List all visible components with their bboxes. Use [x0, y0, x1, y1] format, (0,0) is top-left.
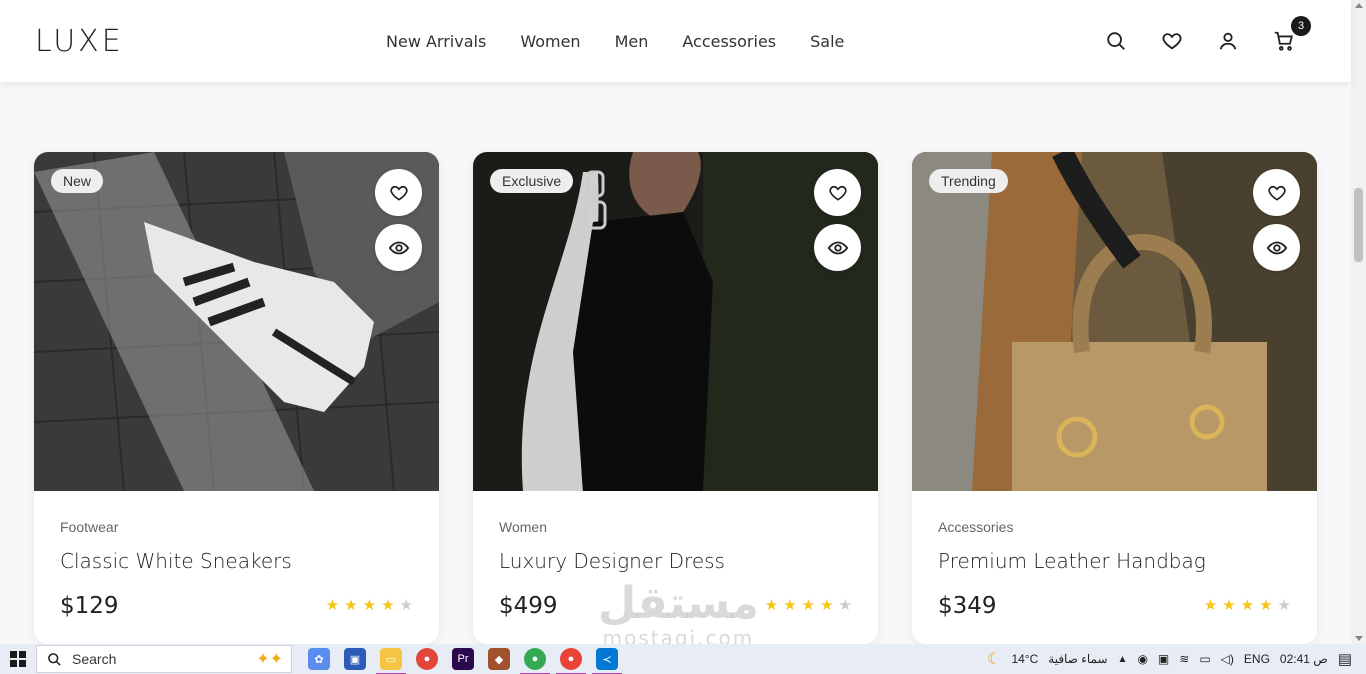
product-category: Women [499, 519, 547, 535]
watermark-arabic: مستقل [598, 578, 759, 629]
copilot-app-icon[interactable]: ✿ [308, 648, 330, 670]
watermark: مستقل mostaqi.com [598, 578, 759, 651]
page-scrollbar[interactable] [1351, 0, 1366, 644]
product-price: $349 [938, 593, 997, 619]
camera-icon[interactable]: ▣ [1158, 652, 1169, 666]
add-to-wishlist-button[interactable] [375, 169, 422, 216]
site-header: LUXE New Arrivals Women Men Accessories … [0, 0, 1351, 82]
windows-icon [10, 651, 26, 667]
star-filled-icon: ★ [783, 597, 797, 614]
star-filled-icon: ★ [344, 597, 358, 614]
record-icon[interactable]: ◉ [1137, 652, 1147, 666]
star-filled-icon: ★ [1222, 597, 1236, 614]
star-empty-icon: ★ [1277, 597, 1291, 614]
product-rating: ★ ★ ★ ★ ★ [1204, 596, 1291, 614]
store-app-icon[interactable]: ▣ [344, 648, 366, 670]
eye-icon [1266, 241, 1287, 254]
product-image-handbag[interactable]: Trending [912, 152, 1317, 491]
quick-view-button[interactable] [814, 224, 861, 271]
star-filled-icon: ★ [820, 597, 834, 614]
product-price: $129 [60, 593, 119, 619]
product-card[interactable]: New Footwear Classic White Sneakers $129… [34, 152, 439, 644]
cart-count-badge: 3 [1291, 16, 1311, 36]
quick-view-button[interactable] [375, 224, 422, 271]
product-image-sneakers[interactable]: New [34, 152, 439, 491]
star-filled-icon: ★ [325, 597, 340, 614]
chrome-profile-2-icon[interactable]: ● [556, 648, 586, 674]
star-filled-icon: ★ [801, 597, 816, 614]
star-filled-icon: ★ [1259, 597, 1273, 614]
chrome-app-icon[interactable]: ● [416, 648, 438, 670]
nav-new-arrivals[interactable]: New Arrivals [386, 32, 486, 51]
product-badge: Trending [929, 169, 1008, 193]
star-filled-icon: ★ [1240, 597, 1255, 614]
star-filled-icon: ★ [381, 597, 395, 614]
product-badge: New [51, 169, 104, 193]
product-title[interactable]: Luxury Designer Dress [499, 549, 725, 573]
product-badge: Exclusive [490, 169, 574, 193]
weather-text[interactable]: سماء صافية [1048, 652, 1107, 666]
language-indicator[interactable]: ENG [1244, 652, 1270, 666]
star-filled-icon: ★ [764, 597, 779, 614]
product-price: $499 [499, 593, 558, 619]
star-filled-icon: ★ [1203, 597, 1218, 614]
volume-icon[interactable]: ◁) [1221, 652, 1234, 666]
product-category: Accessories [938, 519, 1014, 535]
nav-accessories[interactable]: Accessories [682, 32, 776, 51]
scroll-down-icon[interactable] [1355, 636, 1363, 641]
system-tray: ☾ 14°C سماء صافية ▲ ◉ ▣ ≋ ▭ ◁) ENG 02:41… [987, 644, 1366, 674]
star-empty-icon: ★ [838, 597, 852, 614]
star-empty-icon: ★ [399, 597, 413, 614]
taskbar-search-label: Search [72, 651, 117, 667]
star-filled-icon: ★ [362, 597, 377, 614]
eye-icon [827, 241, 848, 254]
taskbar-apps: ✿ ▣ ▭ ● Pr ◆ ● ● ≺ [308, 648, 622, 674]
eye-icon [388, 241, 409, 254]
header-icons: 3 [1103, 16, 1311, 54]
product-image-dress[interactable]: Exclusive [473, 152, 878, 491]
vscode-app-icon[interactable]: ≺ [592, 648, 622, 674]
heart-icon [389, 185, 408, 201]
taskbar-search[interactable]: Search ✦✦ [36, 645, 292, 673]
wishlist-icon[interactable] [1159, 28, 1185, 54]
wifi-icon[interactable]: ≋ [1179, 652, 1189, 666]
notifications-icon[interactable]: ▤ [1338, 650, 1352, 668]
search-icon [48, 652, 61, 666]
chevron-up-icon[interactable]: ▲ [1118, 654, 1128, 665]
product-title[interactable]: Classic White Sneakers [60, 549, 292, 573]
chrome-profile-icon[interactable]: ● [520, 648, 550, 674]
battery-icon[interactable]: ▭ [1199, 652, 1210, 666]
heart-icon [828, 185, 847, 201]
nav-men[interactable]: Men [615, 32, 649, 51]
add-to-wishlist-button[interactable] [814, 169, 861, 216]
site-logo[interactable]: LUXE [35, 24, 124, 59]
scroll-thumb[interactable] [1354, 188, 1363, 262]
product-rating: ★ ★ ★ ★ ★ [765, 596, 852, 614]
cart-icon[interactable]: 3 [1271, 16, 1311, 54]
nav-sale[interactable]: Sale [810, 32, 844, 51]
scroll-up-icon[interactable] [1355, 3, 1363, 8]
product-card[interactable]: Exclusive Women Luxury Designer Dress $4… [473, 152, 878, 644]
gimp-app-icon[interactable]: ◆ [488, 648, 510, 670]
search-icon[interactable] [1103, 28, 1129, 54]
sparkle-icon: ✦✦ [256, 651, 283, 668]
product-title[interactable]: Premium Leather Handbag [938, 549, 1206, 573]
weather-icon[interactable]: ☾ [987, 649, 1001, 669]
start-button[interactable] [0, 644, 36, 674]
add-to-wishlist-button[interactable] [1253, 169, 1300, 216]
nav-women[interactable]: Women [520, 32, 580, 51]
clock[interactable]: 02:41 ص [1280, 652, 1328, 666]
premiere-app-icon[interactable]: Pr [452, 648, 474, 670]
file-explorer-icon[interactable]: ▭ [376, 648, 406, 674]
main-nav: New Arrivals Women Men Accessories Sale [386, 32, 844, 51]
windows-taskbar: Search ✦✦ ✿ ▣ ▭ ● Pr ◆ ● ● ≺ ☾ 14°C سماء… [0, 644, 1366, 674]
account-icon[interactable] [1215, 28, 1241, 54]
weather-temp[interactable]: 14°C [1011, 652, 1038, 666]
product-category: Footwear [60, 519, 119, 535]
heart-icon [1267, 185, 1286, 201]
product-rating: ★ ★ ★ ★ ★ [326, 596, 413, 614]
product-card[interactable]: Trending Accessories Premium Leather Han… [912, 152, 1317, 644]
quick-view-button[interactable] [1253, 224, 1300, 271]
